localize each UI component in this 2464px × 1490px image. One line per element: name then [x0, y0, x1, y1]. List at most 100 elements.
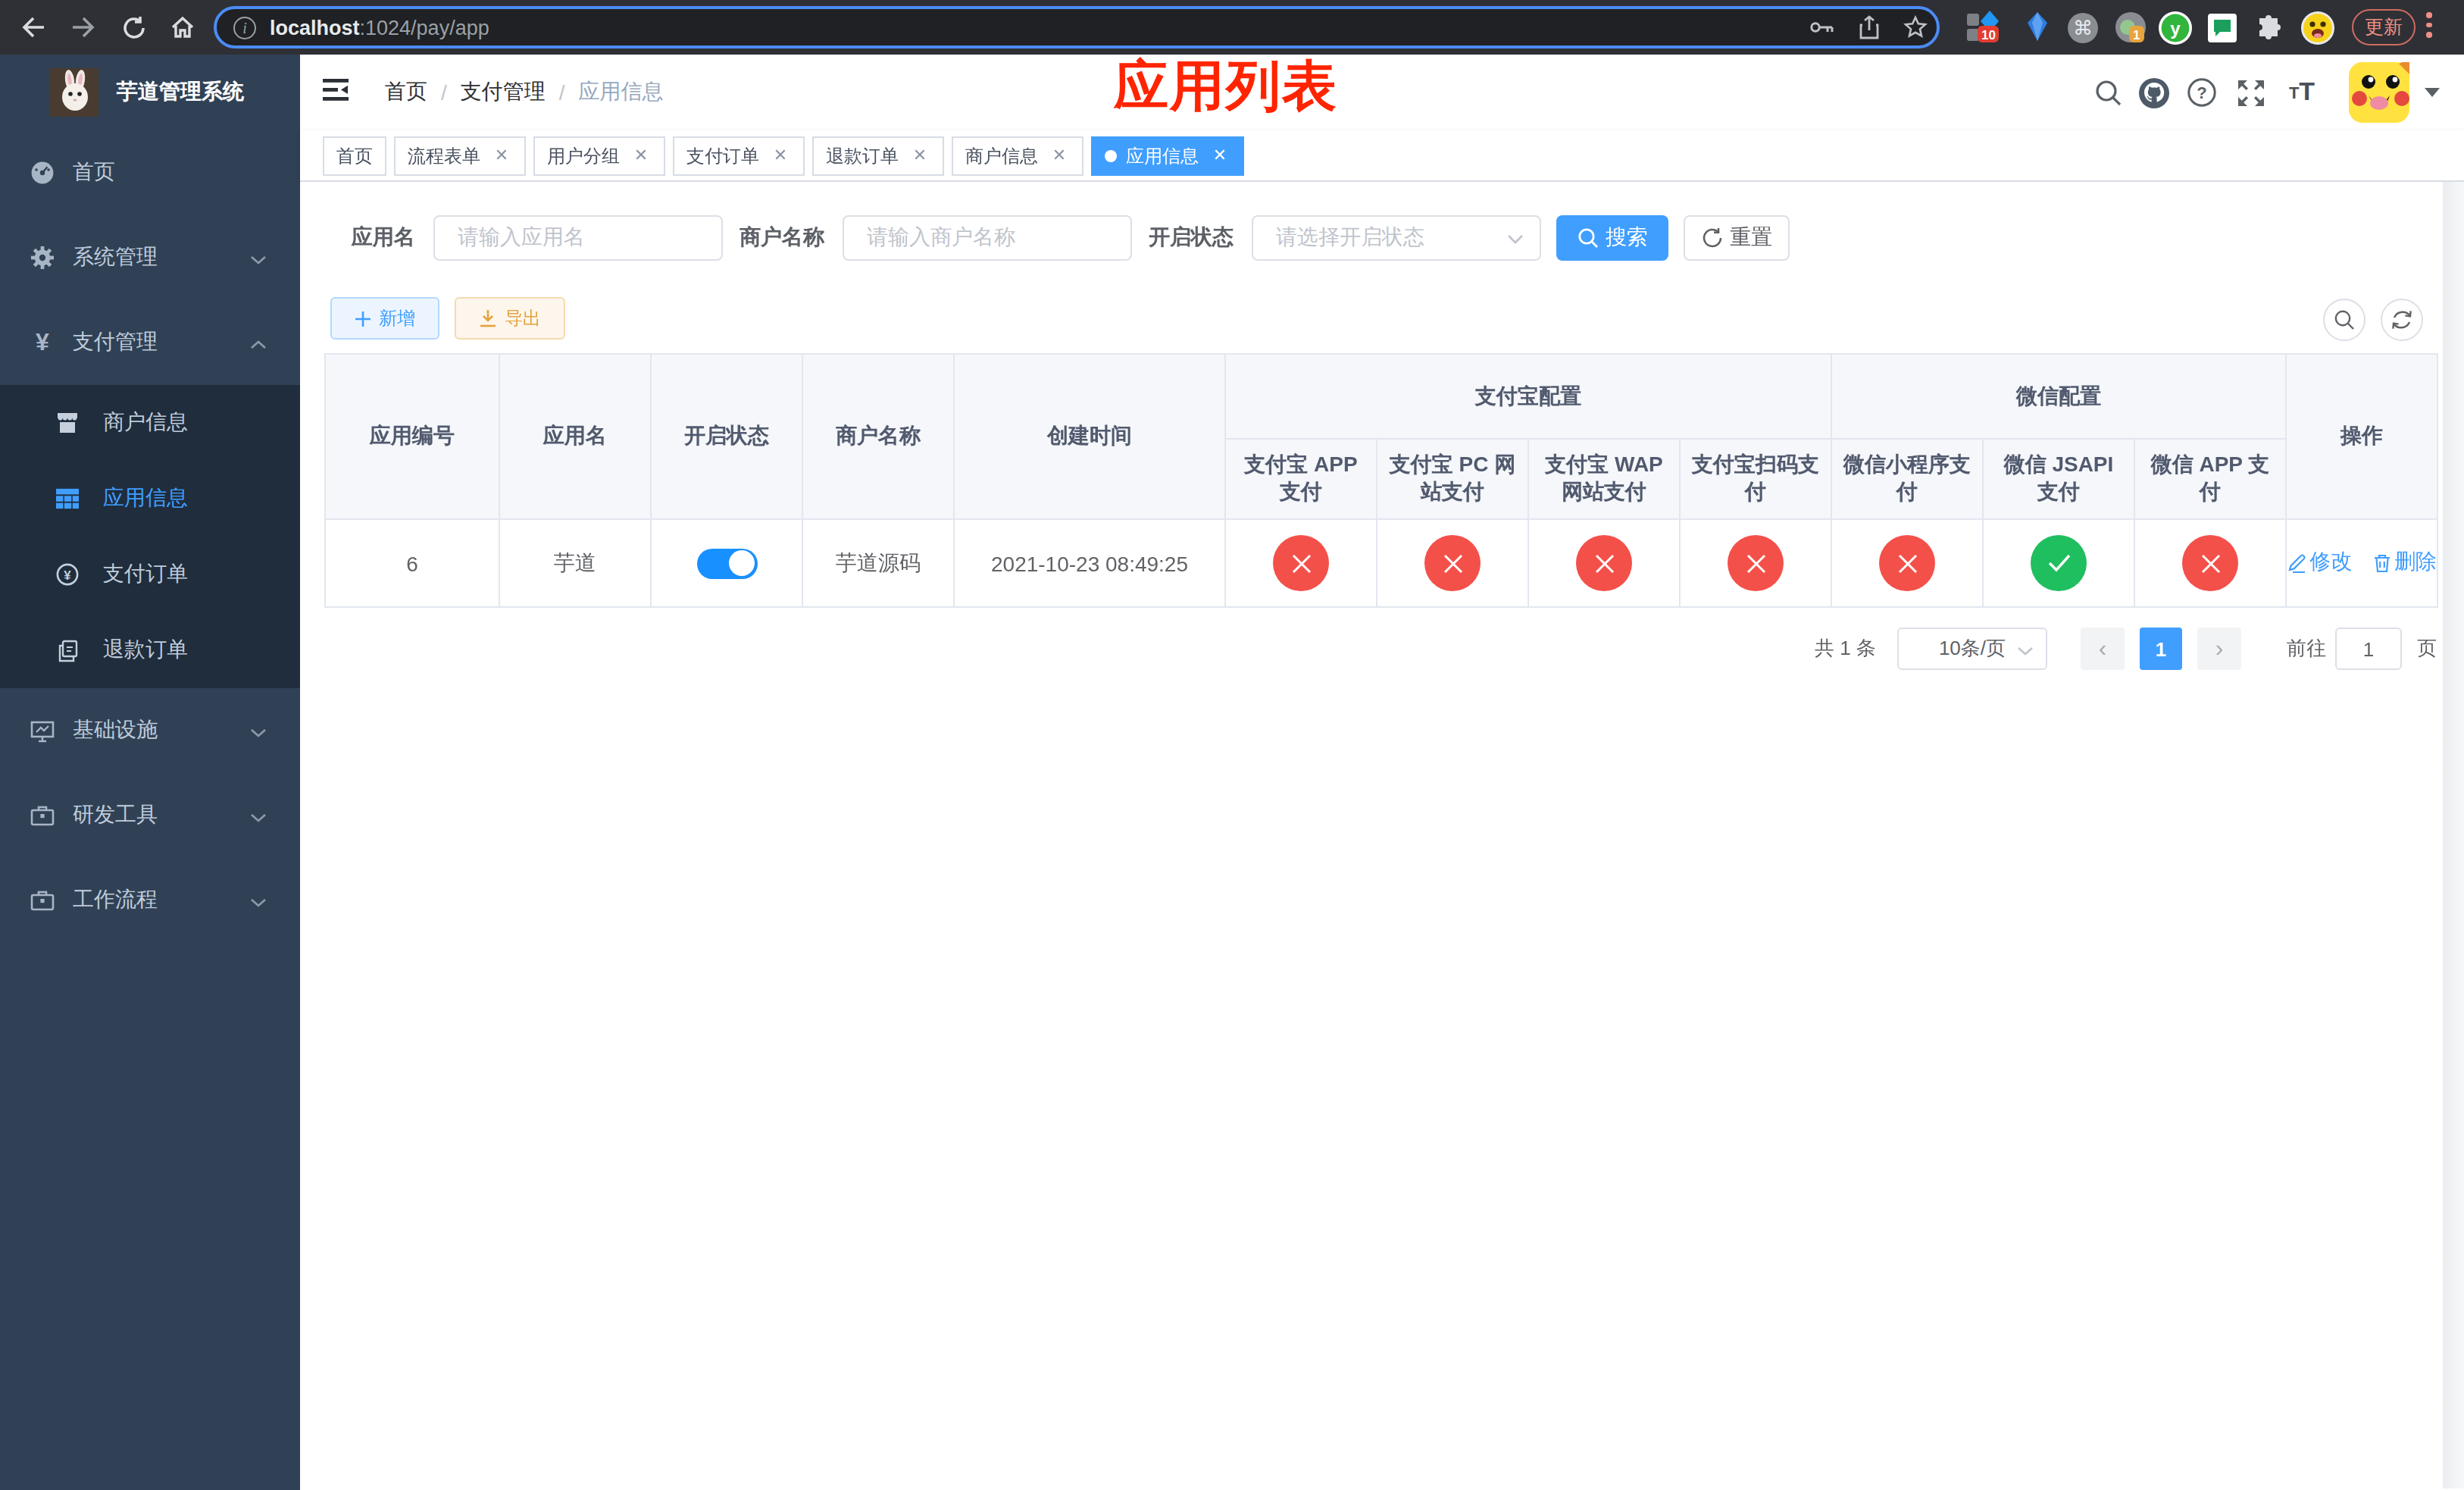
refresh-button[interactable] — [2381, 299, 2423, 341]
close-icon[interactable]: ✕ — [1049, 146, 1070, 167]
tab-app-info[interactable]: 应用信息✕ — [1091, 136, 1244, 176]
github-icon[interactable] — [2131, 77, 2178, 108]
font-size-icon[interactable]: TT — [2276, 77, 2328, 108]
back-icon[interactable] — [15, 0, 48, 55]
reset-button[interactable]: 重置 — [1684, 215, 1790, 261]
search-button[interactable]: 搜索 — [1556, 215, 1668, 261]
breadcrumb-current: 应用信息 — [579, 79, 664, 106]
shop-icon — [56, 412, 79, 434]
extension-gem[interactable] — [2026, 0, 2049, 55]
close-icon[interactable]: ✕ — [770, 146, 791, 167]
sidebar-item-refund-order[interactable]: 退款订单 — [0, 612, 300, 688]
tab-process-form[interactable]: 流程表单✕ — [394, 136, 526, 176]
col-status: 开启状态 — [651, 354, 802, 519]
extensions-puzzle-icon[interactable] — [2252, 0, 2282, 55]
chevron-down-icon — [250, 803, 267, 828]
add-button[interactable]: 新增 — [330, 297, 439, 340]
status-select[interactable]: 请选择开启状态 — [1252, 215, 1541, 261]
status-toggle[interactable] — [696, 548, 757, 578]
table-grid-icon — [56, 488, 79, 509]
bookmark-star-icon[interactable] — [1903, 15, 1928, 39]
main-area: 首页 / 支付管理 / 应用信息 应用列表 ? — [300, 55, 2464, 1490]
col-wechat-app: 微信 APP 支付 — [2134, 439, 2286, 519]
share-icon[interactable] — [1859, 15, 1879, 39]
sidebar-item-app-info[interactable]: 应用信息 — [0, 461, 300, 537]
forward-icon[interactable] — [67, 0, 100, 55]
sidebar-logo[interactable]: 芋道管理系统 — [0, 55, 300, 130]
chevron-down-icon[interactable] — [2425, 88, 2440, 97]
help-icon[interactable]: ? — [2178, 77, 2226, 108]
cell-app-id: 6 — [325, 519, 499, 607]
cell-status — [651, 519, 802, 607]
tab-user-group[interactable]: 用户分组✕ — [533, 136, 665, 176]
sidebar-item-merchant-info[interactable]: 商户信息 — [0, 385, 300, 461]
tab-pay-order[interactable]: 支付订单✕ — [673, 136, 805, 176]
edit-link[interactable]: 修改 — [2287, 549, 2352, 577]
col-app-name: 应用名 — [499, 354, 651, 519]
channel-status-icon — [1576, 535, 1632, 591]
site-info-icon[interactable]: i — [233, 16, 256, 39]
prev-page-button[interactable]: ‹ — [2081, 628, 2125, 670]
sidebar-item-payment[interactable]: ¥ 支付管理 — [0, 300, 300, 385]
filter-form: 应用名 请输入应用名 商户名称 请输入商户名称 开启状态 请选择开启状态 搜索 … — [352, 215, 1790, 261]
breadcrumb-pay[interactable]: 支付管理 — [461, 79, 546, 106]
tab-home[interactable]: 首页 — [323, 136, 386, 176]
scrollbar-gutter — [2443, 182, 2464, 1488]
sidebar-submenu-payment: 商户信息 应用信息 ¥ 支付订单 退款订单 — [0, 385, 300, 688]
dashboard-icon — [30, 161, 55, 185]
key-icon[interactable] — [1809, 20, 1835, 35]
extension-chat[interactable] — [2208, 0, 2237, 55]
tab-refund-order[interactable]: 退款订单✕ — [812, 136, 944, 176]
filter-label-merchant: 商户名称 — [740, 224, 824, 252]
export-button[interactable]: 导出 — [455, 297, 565, 340]
chevron-down-icon — [1506, 226, 1524, 250]
close-icon[interactable]: ✕ — [1209, 146, 1230, 167]
svg-text:y: y — [2170, 17, 2181, 38]
chrome-update-button[interactable]: 更新 — [2352, 9, 2416, 45]
logo-avatar — [50, 68, 98, 117]
breadcrumb-home[interactable]: 首页 — [385, 79, 427, 106]
sidebar-item-dev-tools[interactable]: 研发工具 — [0, 773, 300, 858]
search-icon[interactable] — [2085, 78, 2131, 107]
user-avatar[interactable] — [2349, 62, 2409, 123]
home-icon[interactable] — [164, 0, 200, 55]
extension-y[interactable]: y — [2158, 0, 2193, 55]
document-icon — [56, 639, 79, 662]
close-icon[interactable]: ✕ — [630, 146, 652, 167]
extension-dice[interactable]: 10 — [1965, 0, 2005, 55]
table-toolbar: 新增 导出 — [330, 297, 565, 340]
sidebar-item-pay-order[interactable]: ¥ 支付订单 — [0, 537, 300, 612]
chevron-up-icon — [250, 330, 267, 355]
tab-merchant-info[interactable]: 商户信息✕ — [952, 136, 1083, 176]
page-size-select[interactable]: 10条/页 — [1897, 628, 2047, 670]
chevron-down-icon — [250, 888, 267, 912]
table-row: 6 芋道 芋道源码 2021-10-23 08:49:25 — [325, 519, 2437, 607]
app-name-input[interactable]: 请输入应用名 — [433, 215, 723, 261]
page-1-button[interactable]: 1 — [2140, 628, 2182, 670]
hamburger-icon[interactable] — [323, 79, 349, 108]
merchant-name-input[interactable]: 请输入商户名称 — [843, 215, 1132, 261]
address-bar[interactable]: i localhost:1024/pay/app — [214, 6, 1940, 49]
delete-link[interactable]: 删除 — [2373, 549, 2437, 577]
reload-icon[interactable] — [115, 0, 152, 55]
app-table: 应用编号 应用名 开启状态 商户名称 创建时间 支付宝配置 微信配置 操作 支付… — [324, 353, 2438, 608]
channel-status-icon — [1273, 535, 1329, 591]
chrome-menu-icon[interactable] — [2426, 12, 2432, 37]
cell-created: 2021-10-23 08:49:25 — [954, 519, 1225, 607]
fullscreen-icon[interactable] — [2226, 78, 2276, 107]
filter-label-status: 开启状态 — [1149, 224, 1234, 252]
sidebar-item-workflow[interactable]: 工作流程 — [0, 858, 300, 943]
show-search-button[interactable] — [2323, 299, 2366, 341]
extension-command[interactable]: ⌘ — [2067, 0, 2099, 55]
sidebar-item-home[interactable]: 首页 — [0, 130, 300, 215]
goto-page-input[interactable]: 1 — [2335, 628, 2402, 670]
sidebar-item-system[interactable]: 系统管理 — [0, 215, 300, 300]
next-page-button[interactable]: › — [2197, 628, 2241, 670]
sidebar-item-infrastructure[interactable]: 基础设施 — [0, 688, 300, 773]
close-icon[interactable]: ✕ — [491, 146, 512, 167]
extension-recorder[interactable]: 1 — [2114, 0, 2147, 55]
extension-badge: 10 — [1978, 26, 2000, 42]
col-wechat-mini: 微信小程序支付 — [1831, 439, 1983, 519]
close-icon[interactable]: ✕ — [909, 146, 930, 167]
profile-avatar-icon[interactable] — [2300, 0, 2335, 55]
